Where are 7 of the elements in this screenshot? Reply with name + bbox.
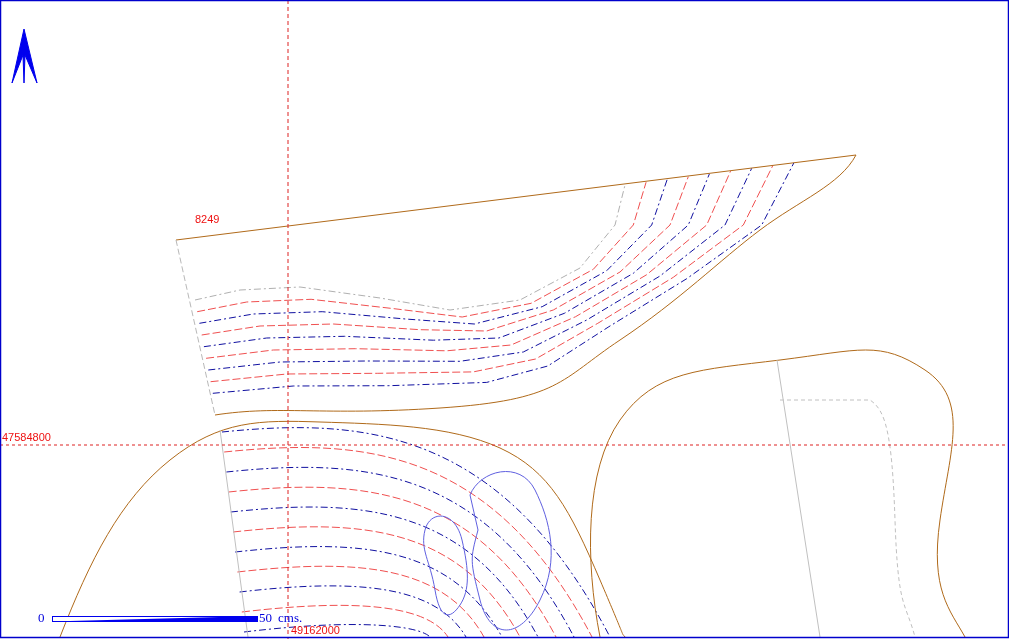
parcel-label: 8249: [195, 213, 220, 225]
north-arrow-icon: [11, 28, 38, 84]
scale-label: 50: [259, 610, 272, 625]
scale-label: 0: [38, 610, 45, 625]
coordinate-label: 47584800: [2, 431, 51, 443]
scale-unit: cms.: [278, 610, 303, 625]
coordinate-label: 49162000: [291, 624, 340, 636]
